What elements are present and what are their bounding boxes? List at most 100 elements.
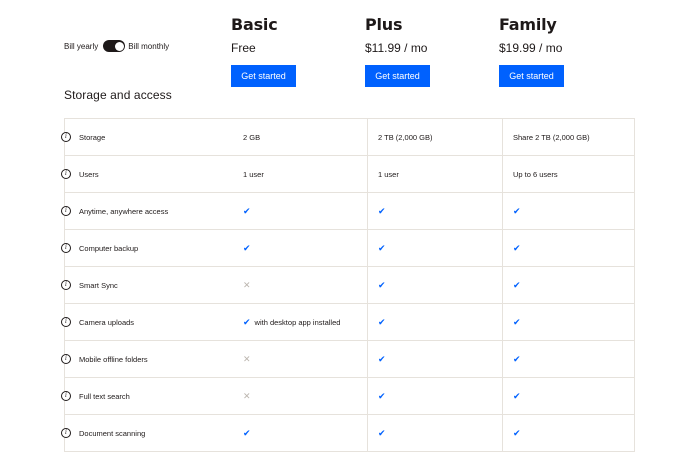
check-icon: ✔	[378, 279, 386, 290]
table-row: i Computer backup ✔ ✔ ✔	[61, 230, 635, 267]
check-icon: ✔	[243, 427, 251, 438]
plan-name: Family	[499, 15, 557, 34]
check-icon: ✔	[513, 353, 521, 364]
check-icon: ✔	[513, 316, 521, 327]
toggle-knob	[114, 41, 124, 51]
plan-value-text: 2 GB	[243, 132, 261, 142]
plan-value-text: Share 2 TB (2,000 GB)	[513, 132, 590, 142]
feature-cell: i Full text search	[61, 378, 233, 414]
plan-name: Basic	[231, 15, 278, 34]
feature-label: Computer backup	[79, 243, 139, 253]
feature-label: Users	[79, 169, 99, 179]
table-row: i Anytime, anywhere access ✔ ✔ ✔	[61, 193, 635, 230]
feature-label: Full text search	[79, 391, 130, 401]
table-row: i Storage 2 GB 2 TB (2,000 GB) Share 2 TB (2…	[61, 119, 635, 156]
plan-value-cell-basic: ✔	[233, 230, 368, 266]
check-icon: ✔	[513, 279, 521, 290]
plan-value-cell-family: Share 2 TB (2,000 GB)	[503, 119, 635, 155]
table-row: i Smart Sync ✕ ✔ ✔	[61, 267, 635, 304]
info-icon[interactable]: i	[61, 317, 71, 327]
plan-plus: Plus $11.99 / mo Get started	[365, 14, 430, 87]
check-icon: ✔	[513, 427, 521, 438]
info-icon[interactable]: i	[61, 428, 71, 438]
plan-value-cell-plus: ✔	[368, 341, 503, 377]
plan-value-cell-family: ✔	[503, 341, 635, 377]
get-started-basic-button[interactable]: Get started	[231, 65, 296, 87]
cross-icon: ✕	[243, 353, 251, 364]
plan-value-cell-plus: ✔	[368, 415, 503, 451]
feature-label: Document scanning	[79, 428, 146, 438]
check-icon: ✔	[243, 316, 251, 327]
info-icon[interactable]: i	[61, 391, 71, 401]
plan-basic: Basic Free Get started	[231, 14, 296, 87]
plan-value-cell-plus: ✔	[368, 267, 503, 303]
feature-cell: i Storage	[61, 119, 233, 155]
plan-value-cell-family: ✔	[503, 230, 635, 266]
plan-value-cell-basic: 1 user	[233, 156, 368, 192]
check-icon: ✔	[513, 242, 521, 253]
plan-name: Plus	[365, 15, 403, 34]
bill-yearly-label[interactable]: Bill yearly	[64, 42, 98, 51]
check-icon: ✔	[243, 242, 251, 253]
get-started-plus-button[interactable]: Get started	[365, 65, 430, 87]
info-icon[interactable]: i	[61, 169, 71, 179]
check-icon: ✔	[513, 205, 521, 216]
info-icon[interactable]: i	[61, 354, 71, 364]
plan-family: Family $19.99 / mo Get started	[499, 14, 564, 87]
feature-cell: i Anytime, anywhere access	[61, 193, 233, 229]
table-row: i Camera uploads ✔ with desktop app install…	[61, 304, 635, 341]
check-icon: ✔	[243, 205, 251, 216]
plan-value-cell-basic: ✕	[233, 378, 368, 414]
feature-cell: i Mobile offline folders	[61, 341, 233, 377]
check-icon: ✔	[378, 353, 386, 364]
plan-value-cell-basic: ✔	[233, 193, 368, 229]
feature-cell: i Smart Sync	[61, 267, 233, 303]
plan-value-cell-family: ✔	[503, 193, 635, 229]
billing-toggle[interactable]	[103, 40, 126, 52]
features-table: i Storage 2 GB 2 TB (2,000 GB) Share 2 TB (2…	[61, 118, 635, 452]
info-icon[interactable]: i	[61, 206, 71, 216]
info-icon[interactable]: i	[61, 243, 71, 253]
check-icon: ✔	[513, 390, 521, 401]
check-icon: ✔	[378, 242, 386, 253]
feature-label: Storage	[79, 132, 106, 142]
cross-icon: ✕	[243, 390, 251, 401]
plan-value-cell-family: ✔	[503, 267, 635, 303]
plan-value-cell-basic: 2 GB	[233, 119, 368, 155]
table-row: i Full text search ✕ ✔ ✔	[61, 378, 635, 415]
plan-value-cell-plus: ✔	[368, 378, 503, 414]
plan-price: $19.99 / mo	[499, 41, 563, 55]
plan-value-cell-family: ✔	[503, 378, 635, 414]
feature-cell: i Camera uploads	[61, 304, 233, 340]
plan-value-cell-family: ✔	[503, 415, 635, 451]
table-row: i Users 1 user 1 user Up to 6 users	[61, 156, 635, 193]
plan-value-cell-family: ✔	[503, 304, 635, 340]
plan-value-cell-basic: ✕	[233, 267, 368, 303]
plan-value-cell-family: Up to 6 users	[503, 156, 635, 192]
feature-cell: i Document scanning	[61, 415, 233, 451]
plan-value-text: Up to 6 users	[513, 169, 558, 179]
section-title: Storage and access	[64, 88, 172, 102]
plan-value-cell-plus: ✔	[368, 304, 503, 340]
plan-value-cell-plus: ✔	[368, 230, 503, 266]
plan-value-cell-basic: ✔ with desktop app installed	[233, 304, 368, 340]
plan-value-cell-plus: 2 TB (2,000 GB)	[368, 119, 503, 155]
info-icon[interactable]: i	[61, 280, 71, 290]
check-icon: ✔	[378, 427, 386, 438]
check-icon: ✔	[378, 316, 386, 327]
plan-value-cell-basic: ✔	[233, 415, 368, 451]
plan-value-cell-plus: ✔	[368, 193, 503, 229]
info-icon[interactable]: i	[61, 132, 71, 142]
plan-price: $11.99 / mo	[365, 41, 428, 55]
plan-value-cell-plus: 1 user	[368, 156, 503, 192]
check-icon: ✔	[378, 390, 386, 401]
feature-label: Smart Sync	[79, 280, 118, 290]
plan-value-text: 1 user	[243, 169, 264, 179]
feature-label: Camera uploads	[79, 317, 135, 327]
get-started-family-button[interactable]: Get started	[499, 65, 564, 87]
bill-monthly-label[interactable]: Bill monthly	[128, 42, 169, 51]
table-row: i Document scanning ✔ ✔ ✔	[61, 415, 635, 452]
feature-cell: i Computer backup	[61, 230, 233, 266]
check-icon: ✔	[378, 205, 386, 216]
feature-cell: i Users	[61, 156, 233, 192]
